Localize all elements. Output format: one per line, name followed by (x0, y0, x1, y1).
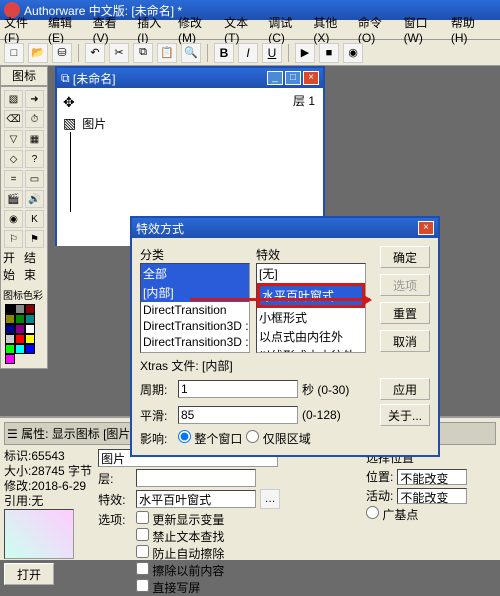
menu-window[interactable]: 窗口(W) (404, 14, 439, 45)
options-button[interactable]: 选项 (380, 274, 430, 296)
ok-button[interactable]: 确定 (380, 246, 430, 268)
calc-icon[interactable]: = (4, 170, 23, 188)
open-icon[interactable]: 📂 (28, 43, 48, 63)
menu-modify[interactable]: 修改(M) (178, 14, 212, 45)
open-button[interactable]: 打开 (4, 563, 54, 585)
copy-icon[interactable]: ⧉ (133, 43, 153, 63)
chk-direct[interactable]: 直接写屏 (136, 581, 200, 595)
base-radio[interactable]: 广基点 (366, 506, 418, 523)
undo-icon[interactable]: ↶ (85, 43, 105, 63)
interaction-icon[interactable]: ? (25, 150, 44, 168)
italic-icon[interactable]: I (238, 43, 258, 63)
tools-panel: ▧➜ ⌫⏱ ▽▦ ◇? =▭ 🎬🔊 ◉K ⚐⚑ 开始结束 图标色彩 (0, 86, 48, 369)
map-icon[interactable]: ▭ (25, 170, 44, 188)
category-list[interactable]: 全部 [内部] DirectTransition DirectTransitio… (140, 263, 250, 353)
stop-flag[interactable]: ⚑ (25, 230, 44, 248)
menu-text[interactable]: 文本(T) (224, 14, 256, 45)
smooth-input[interactable] (178, 406, 298, 424)
save-icon[interactable]: ⛁ (52, 43, 72, 63)
display-icon[interactable]: ▧ (4, 90, 23, 108)
menu-debug[interactable]: 调试(C) (268, 14, 301, 45)
chk-noerase[interactable]: 防止自动擦除 (136, 547, 224, 561)
menu-edit[interactable]: 编辑(E) (48, 14, 81, 45)
dialog-close-icon[interactable]: × (418, 221, 434, 235)
activity-select[interactable]: 不能改变 (397, 488, 467, 504)
nav-icon[interactable]: ▽ (4, 130, 23, 148)
chk-eraseprev[interactable]: 擦除以前内容 (136, 564, 224, 578)
chk-notext[interactable]: 禁止文本查找 (136, 530, 224, 544)
new-icon[interactable]: □ (4, 43, 24, 63)
cut-icon[interactable]: ✂ (109, 43, 129, 63)
transition-picker-icon[interactable]: … (260, 489, 280, 509)
preview-thumbnail (4, 509, 74, 559)
minimize-icon[interactable]: _ (267, 71, 283, 85)
flow-handle-icon[interactable]: ✥ (63, 94, 75, 111)
icon-label[interactable]: 图片 (82, 115, 106, 132)
framework-icon[interactable]: ▦ (25, 130, 44, 148)
menu-view[interactable]: 查看(V) (93, 14, 126, 45)
menu-file[interactable]: 文件(F) (4, 14, 36, 45)
dvd-icon[interactable]: ◉ (4, 210, 23, 228)
erase-icon[interactable]: ⌫ (4, 110, 23, 128)
workspace: 图标 ▧➜ ⌫⏱ ▽▦ ◇? =▭ 🎬🔊 ◉K ⚐⚑ 开始结束 图标色彩 ⧉ [… (0, 66, 500, 436)
doc-title: [未命名] (73, 70, 116, 87)
period-input[interactable] (178, 380, 298, 398)
layer-input[interactable] (136, 469, 256, 487)
dialog-titlebar[interactable]: 特效方式 × (132, 218, 438, 238)
effect-list[interactable]: [无] 水平百叶窗式 小框形式 以点式由内往外 以线形式由内往外 以相机光圈开放… (256, 263, 366, 353)
motion-icon[interactable]: ➜ (25, 90, 44, 108)
bold-icon[interactable]: B (214, 43, 234, 63)
doc-titlebar[interactable]: ⧉ [未命名] _ □ × (57, 68, 323, 88)
movie-icon[interactable]: 🎬 (4, 190, 23, 208)
affect-area-radio[interactable]: 仅限区域 (246, 430, 310, 447)
tools-title: 图标 (0, 66, 48, 86)
paste-icon[interactable]: 📋 (157, 43, 177, 63)
apply-button[interactable]: 应用 (380, 378, 430, 400)
reset-button[interactable]: 重置 (380, 302, 430, 324)
stop-icon[interactable]: ■ (319, 43, 339, 63)
wait-icon[interactable]: ⏱ (25, 110, 44, 128)
display-flow-icon[interactable]: ▧ (63, 115, 76, 132)
color-swatches[interactable] (3, 302, 45, 366)
play-icon[interactable]: ▶ (295, 43, 315, 63)
menu-insert[interactable]: 插入(I) (137, 14, 166, 45)
menu-help[interactable]: 帮助(H) (451, 14, 484, 45)
debug-icon[interactable]: ◉ (343, 43, 363, 63)
menu-other[interactable]: 其他(X) (313, 14, 346, 45)
position-select[interactable]: 不能改变 (397, 469, 467, 485)
decision-icon[interactable]: ◇ (4, 150, 23, 168)
start-flag[interactable]: ⚐ (4, 230, 23, 248)
transition-input[interactable] (136, 490, 256, 508)
chk-update[interactable]: 更新显示变量 (136, 513, 224, 527)
selected-effect: 水平百叶窗式 (257, 283, 365, 308)
sound-icon[interactable]: 🔊 (25, 190, 44, 208)
maximize-icon[interactable]: □ (285, 71, 301, 85)
find-icon[interactable]: 🔍 (181, 43, 201, 63)
underline-icon[interactable]: U (262, 43, 282, 63)
affect-whole-radio[interactable]: 整个窗口 (178, 430, 242, 447)
menu-command[interactable]: 命令(O) (358, 14, 392, 45)
ko-icon[interactable]: K (25, 210, 44, 228)
menubar: 文件(F) 编辑(E) 查看(V) 插入(I) 修改(M) 文本(T) 调试(C… (0, 20, 500, 40)
annotation-arrow (190, 298, 370, 301)
about-button[interactable]: 关于... (380, 404, 430, 426)
transition-dialog: 特效方式 × 分类 全部 [内部] DirectTransition Direc… (130, 216, 440, 457)
cancel-button[interactable]: 取消 (380, 330, 430, 352)
close-icon[interactable]: × (303, 71, 319, 85)
